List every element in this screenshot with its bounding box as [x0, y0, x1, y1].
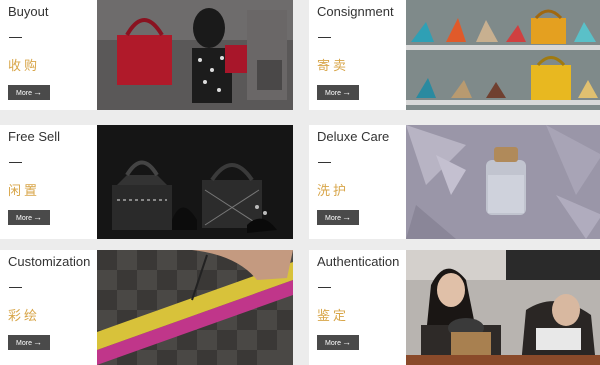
- service-card-free-sell[interactable]: Free Sell 闲置 More→: [0, 125, 293, 239]
- title-divider: [318, 37, 331, 38]
- title-divider: [318, 162, 331, 163]
- service-card-buyout[interactable]: Buyout 收购 More→: [0, 0, 293, 110]
- card-photo-shoe-shelves[interactable]: [406, 0, 600, 110]
- title-divider: [9, 287, 22, 288]
- more-button[interactable]: More→: [8, 210, 50, 225]
- card-chinese-label: 寄卖: [317, 59, 350, 74]
- card-photo-glass-bottle[interactable]: [406, 125, 600, 239]
- title-divider: [318, 287, 331, 288]
- arrow-right-icon: →: [341, 337, 351, 347]
- card-photo-handbags-mannequin[interactable]: [97, 0, 293, 110]
- card-title: Authentication: [317, 254, 400, 269]
- more-label: More: [16, 90, 32, 97]
- card-photo-inspectors[interactable]: [406, 250, 600, 365]
- card-text-panel: Consignment 寄卖 More→: [309, 0, 406, 110]
- more-button[interactable]: More→: [317, 85, 359, 100]
- more-button[interactable]: More→: [8, 85, 50, 100]
- more-label: More: [325, 340, 341, 347]
- card-chinese-label: 鉴定: [317, 309, 350, 324]
- arrow-right-icon: →: [32, 87, 42, 97]
- service-card-consignment[interactable]: Consignment 寄卖 More→: [309, 0, 600, 110]
- more-label: More: [16, 215, 32, 222]
- arrow-right-icon: →: [341, 87, 351, 97]
- card-chinese-label: 彩绘: [8, 309, 41, 324]
- more-label: More: [325, 90, 341, 97]
- more-label: More: [325, 215, 341, 222]
- card-text-panel: Free Sell 闲置 More→: [0, 125, 97, 239]
- card-chinese-label: 闲置: [8, 184, 41, 199]
- card-photo-black-bags-shoes[interactable]: [97, 125, 293, 239]
- more-button[interactable]: More→: [8, 335, 50, 350]
- card-title: Customization: [8, 254, 91, 269]
- more-button[interactable]: More→: [317, 210, 359, 225]
- card-chinese-label: 洗护: [317, 184, 350, 199]
- card-text-panel: Authentication 鉴定 More→: [309, 250, 406, 365]
- card-title: Free Sell: [8, 129, 61, 144]
- card-title: Buyout: [8, 4, 49, 19]
- more-button[interactable]: More→: [317, 335, 359, 350]
- more-label: More: [16, 340, 32, 347]
- title-divider: [9, 37, 22, 38]
- service-card-authentication[interactable]: Authentication 鉴定 More→: [309, 250, 600, 365]
- card-photo-painting-bag[interactable]: [97, 250, 293, 365]
- card-text-panel: Buyout 收购 More→: [0, 0, 97, 110]
- arrow-right-icon: →: [32, 337, 42, 347]
- card-chinese-label: 收购: [8, 59, 41, 74]
- title-divider: [9, 162, 22, 163]
- card-text-panel: Deluxe Care 洗护 More→: [309, 125, 406, 239]
- card-title: Consignment: [317, 4, 394, 19]
- service-card-customization[interactable]: Customization 彩绘 More→: [0, 250, 293, 365]
- card-text-panel: Customization 彩绘 More→: [0, 250, 97, 365]
- arrow-right-icon: →: [32, 212, 42, 222]
- card-title: Deluxe Care: [317, 129, 390, 144]
- arrow-right-icon: →: [341, 212, 351, 222]
- service-card-deluxe-care[interactable]: Deluxe Care 洗护 More→: [309, 125, 600, 239]
